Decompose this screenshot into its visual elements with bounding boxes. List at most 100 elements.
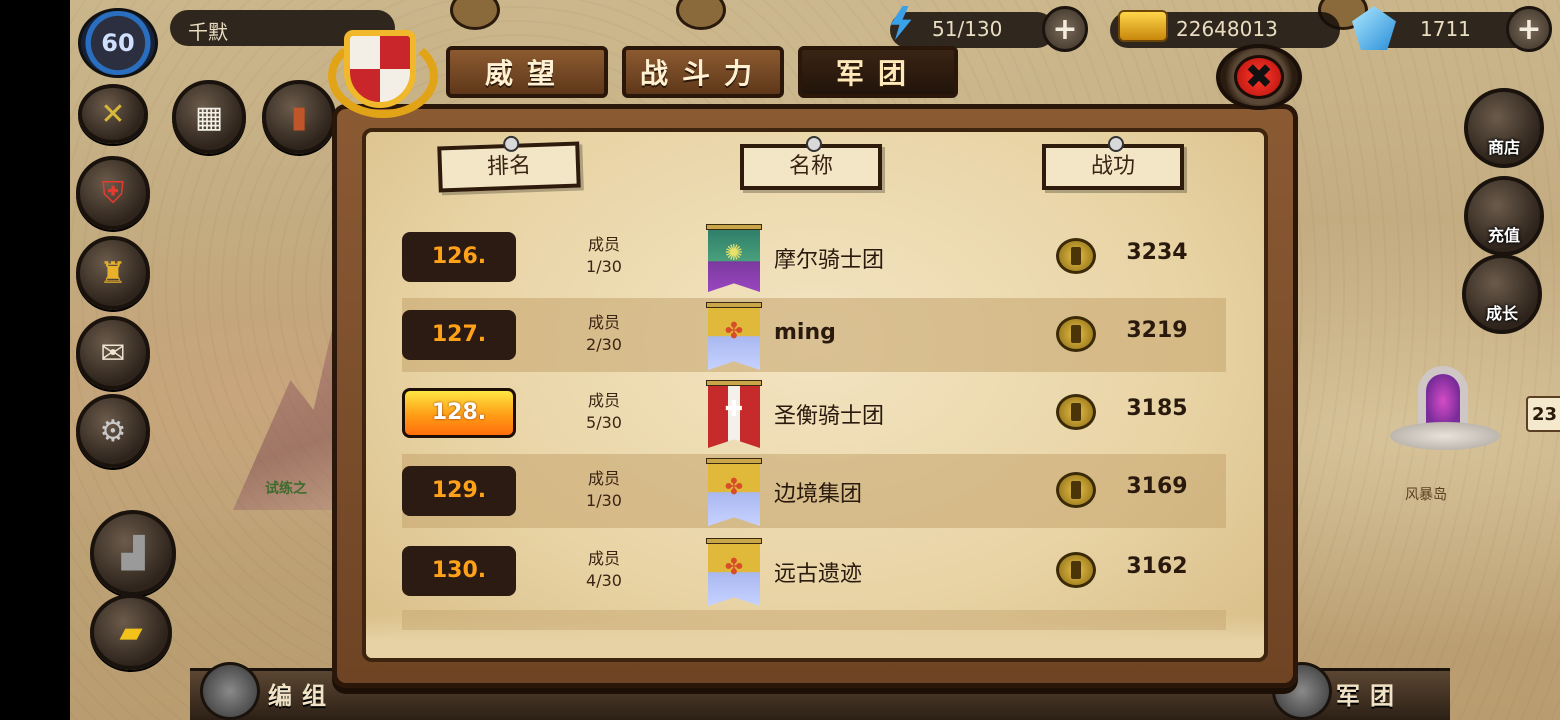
player-level: 60 xyxy=(101,29,135,57)
guild-name: 圣衡骑士团 xyxy=(774,404,885,429)
table-row-partial[interactable] xyxy=(402,610,1226,630)
close-button[interactable]: ✖ xyxy=(1216,44,1302,110)
guild-banner-icon: ✺ xyxy=(706,224,762,292)
guild-banner-icon: ✤ xyxy=(706,302,762,370)
calendar-icon: ▦ xyxy=(194,99,224,135)
rank-badge: 130. xyxy=(402,546,516,596)
rank-badge: 127. xyxy=(402,310,516,360)
player-name: 千默 xyxy=(188,20,228,44)
members-info: 成员 5/30 xyxy=(562,390,646,434)
banner-rod xyxy=(706,224,762,230)
rank-badge: 126. xyxy=(402,232,516,282)
shield-icon xyxy=(344,30,416,108)
chat-button[interactable]: ▰ xyxy=(90,594,172,670)
maple-leaf-icon: ✤ xyxy=(724,475,744,500)
banner-rod xyxy=(706,538,762,544)
table-row-own-guild[interactable]: 128. 成员 5/30 ✚ 圣衡骑士团 3185 xyxy=(402,376,1226,450)
guild-banner-icon: ✤ xyxy=(706,458,762,526)
collapse-menu-button[interactable]: ✕ xyxy=(78,84,148,144)
gear-icon: ⚙ xyxy=(99,413,127,449)
gold-icon xyxy=(1118,10,1168,42)
guild-name: 摩尔骑士团 xyxy=(774,248,885,273)
members-info: 成员 2/30 xyxy=(562,312,646,356)
guild-banner-icon: ✤ xyxy=(706,538,762,606)
table-row[interactable]: 126. 成员 1/30 ✺ 摩尔骑士团 3234 xyxy=(402,220,1226,294)
members-count: 1/30 xyxy=(586,491,622,510)
merit-value: 3185 xyxy=(1126,396,1188,421)
maple-leaf-icon: ✤ xyxy=(724,319,744,344)
recharge-label: 充值 xyxy=(1487,226,1520,245)
recharge-button[interactable]: 充值 xyxy=(1464,176,1544,256)
ranking-button[interactable]: ⛨ xyxy=(76,156,150,230)
table-row[interactable]: 129. 成员 1/30 ✤ 边境集团 3169 xyxy=(402,454,1226,528)
energy-bar: 51/130 xyxy=(890,12,1055,48)
helmet-icon xyxy=(1056,552,1096,588)
tab-legion[interactable]: 军团 xyxy=(798,46,958,98)
merit-value: 3169 xyxy=(1126,474,1188,499)
guild-name: ming xyxy=(774,320,836,345)
helmet-icon xyxy=(1056,472,1096,508)
screen-letterbox xyxy=(0,0,70,720)
settings-button[interactable]: ⚙ xyxy=(76,394,150,468)
formation-tab[interactable]: 编组 xyxy=(268,676,336,711)
trial-label: 试练之 xyxy=(265,481,307,497)
rank-badge-highlighted: 128. xyxy=(402,388,516,438)
merit-value: 3234 xyxy=(1126,240,1188,265)
ranking-emblem xyxy=(322,24,442,120)
mail-button[interactable]: ✉ xyxy=(76,316,150,390)
guild-name: 边境集团 xyxy=(774,482,863,507)
helmet-icon xyxy=(1056,394,1096,430)
banner-rod xyxy=(706,302,762,308)
banner-rod xyxy=(706,380,762,386)
mail-icon: ✉ xyxy=(100,335,126,371)
maple-leaf-icon: ✤ xyxy=(724,555,744,580)
anvil-icon: ▟ xyxy=(121,535,145,571)
side-number-tag: 23 xyxy=(1526,396,1560,432)
members-label: 成员 xyxy=(587,313,620,332)
game-screen: 风暴岛 试练之 23 千默 60 51/130 + 22648013 1711 … xyxy=(0,0,1560,720)
gem-value: 1711 xyxy=(1420,17,1471,41)
tab-prestige[interactable]: 威望 xyxy=(446,46,608,98)
add-energy-button[interactable]: + xyxy=(1042,6,1088,52)
storm-island-portal[interactable] xyxy=(1390,360,1500,450)
calendar-button[interactable]: ▦ xyxy=(172,80,246,154)
growth-button[interactable]: 成长 xyxy=(1462,254,1542,334)
add-gems-button[interactable]: + xyxy=(1506,6,1552,52)
shop-button[interactable]: 商店 xyxy=(1464,88,1544,168)
banner-rod xyxy=(706,458,762,464)
player-level-badge[interactable]: 60 xyxy=(78,8,158,78)
helmet-icon xyxy=(1056,316,1096,352)
merit-value: 3219 xyxy=(1126,318,1188,343)
members-count: 2/30 xyxy=(586,335,622,354)
guild-banner-icon: ✚ xyxy=(706,380,762,448)
trophy-icon: ♜ xyxy=(99,255,127,291)
members-info: 成员 1/30 xyxy=(562,234,646,278)
column-header-name: 名称 xyxy=(740,136,882,190)
tab-combat-power[interactable]: 战斗力 xyxy=(622,46,784,98)
members-count: 4/30 xyxy=(586,571,622,590)
merit-value: 3162 xyxy=(1126,554,1188,579)
achievement-button[interactable]: ♜ xyxy=(76,236,150,310)
table-row[interactable]: 130. 成员 4/30 ✤ 远古遗迹 3162 xyxy=(402,534,1226,608)
members-label: 成员 xyxy=(587,549,620,568)
shop-label: 商店 xyxy=(1487,138,1520,157)
growth-label: 成长 xyxy=(1485,304,1518,323)
energy-value: 51/130 xyxy=(932,17,1003,41)
members-label: 成员 xyxy=(587,469,620,488)
members-count: 1/30 xyxy=(586,257,622,276)
column-header-rank: 排名 xyxy=(437,141,581,193)
rank-badge: 129. xyxy=(402,466,516,516)
gold-value: 22648013 xyxy=(1176,17,1278,41)
cross-emblem-icon: ✚ xyxy=(724,397,744,422)
knight-avatar-icon[interactable] xyxy=(200,662,260,720)
members-info: 成员 4/30 xyxy=(562,548,646,592)
island-label: 风暴岛 xyxy=(1405,487,1447,503)
members-info: 成员 1/30 xyxy=(562,468,646,512)
members-label: 成员 xyxy=(587,391,620,410)
members-count: 5/30 xyxy=(586,413,622,432)
table-row[interactable]: 127. 成员 2/30 ✤ ming 3219 xyxy=(402,298,1226,372)
forge-button[interactable]: ▟ xyxy=(90,510,176,596)
legion-bottom-tab[interactable]: 军团 xyxy=(1336,676,1404,711)
helmet-icon xyxy=(1056,238,1096,274)
sun-emblem-icon: ✺ xyxy=(724,241,744,266)
